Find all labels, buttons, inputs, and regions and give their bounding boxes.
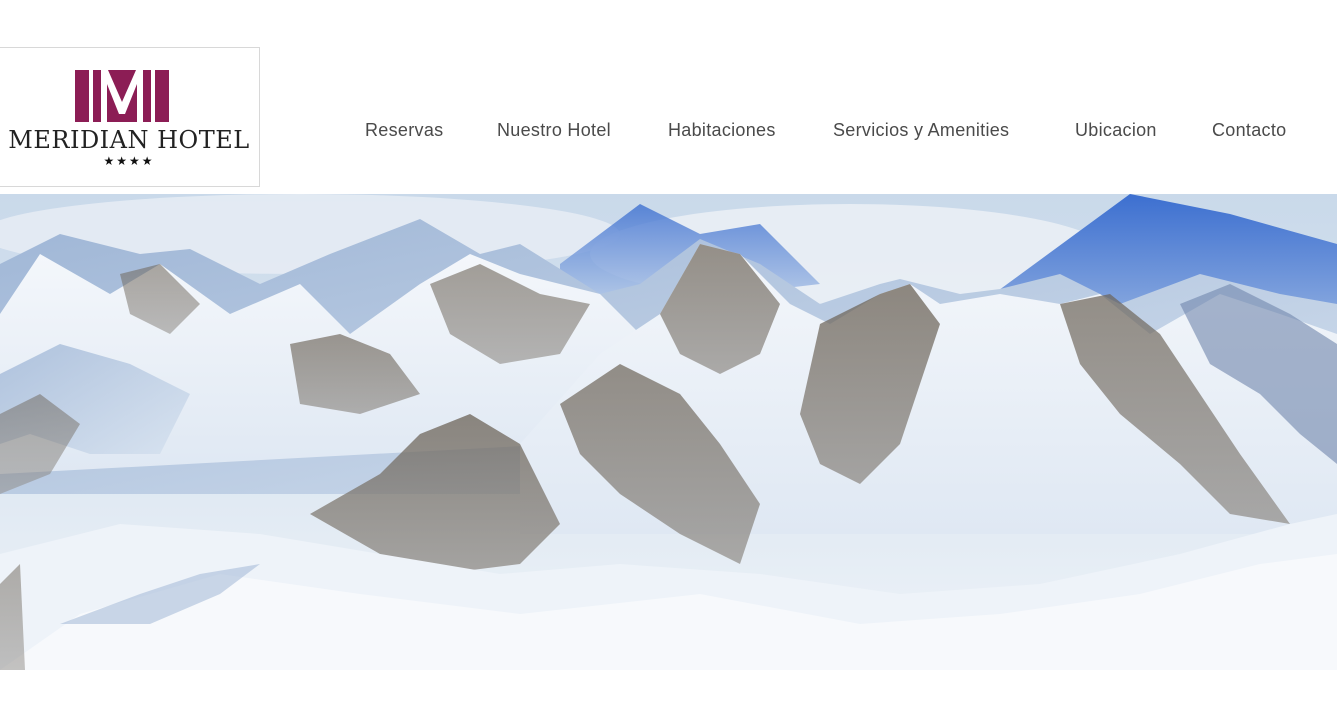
- logo-stars: ★★★★: [103, 154, 155, 168]
- mountain-landscape-icon: [0, 194, 1337, 670]
- main-nav: Reservas Nuestro Hotel Habitaciones Serv…: [0, 120, 1337, 146]
- nav-item-nuestro-hotel[interactable]: Nuestro Hotel: [497, 120, 611, 141]
- nav-item-ubicacion[interactable]: Ubicacion: [1075, 120, 1157, 141]
- nav-item-contacto[interactable]: Contacto: [1212, 120, 1286, 141]
- page: MERIDIAN HOTEL ★★★★ Reservas Nuestro Hot…: [0, 0, 1337, 718]
- nav-item-habitaciones[interactable]: Habitaciones: [668, 120, 776, 141]
- hero-banner: [0, 194, 1337, 670]
- hotel-logo[interactable]: MERIDIAN HOTEL ★★★★: [0, 47, 260, 187]
- meridian-logo-icon: [75, 70, 169, 122]
- nav-item-servicios[interactable]: Servicios y Amenities: [833, 120, 1009, 141]
- nav-item-reservas[interactable]: Reservas: [365, 120, 443, 141]
